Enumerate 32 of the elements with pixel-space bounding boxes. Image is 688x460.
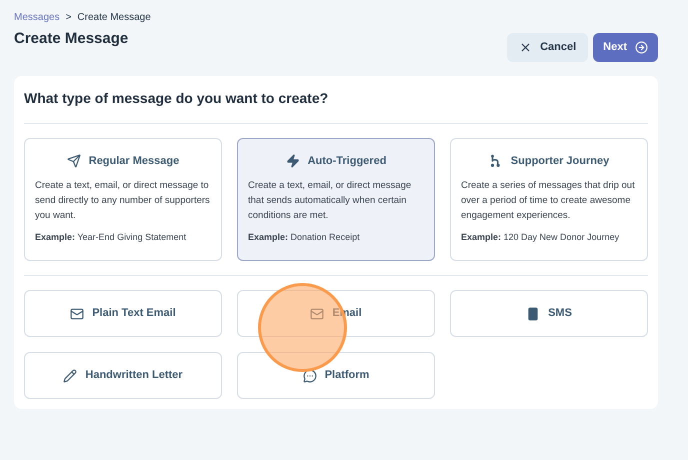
arrow-right-icon	[635, 41, 648, 54]
breadcrumb-separator: >	[66, 11, 72, 25]
card-title: Supporter Journey	[510, 154, 610, 169]
card-description: Create a series of messages that drip out over a period of time to create awesome engagement experiences.	[461, 178, 636, 222]
card-example: Example: 120 Day New Donor Journey	[461, 230, 620, 244]
message-type-card[interactable]: Regular Message Create a text, email, or direct message to send directly to any number of supporters you want. Example: Year-End Giving Statement	[24, 138, 222, 261]
question-heading: What type of message do you want to create?	[24, 89, 330, 108]
channel-button[interactable]: SMS	[450, 290, 648, 337]
card-title: Regular Message	[88, 154, 180, 169]
page-title: Create Message	[14, 29, 128, 50]
breadcrumb-link[interactable]: Messages	[14, 10, 60, 25]
cancel-button[interactable]: Cancel	[507, 33, 588, 62]
card-example: Example: Donation Receipt	[248, 230, 361, 244]
card-description: Create a text, email, or direct message that sends automatically when certain conditions are met.	[248, 178, 412, 222]
chat-icon	[302, 368, 317, 382]
card-title: Auto-Triggered	[308, 154, 386, 169]
channel-button[interactable]: Plain Text Email	[24, 290, 222, 337]
send-icon	[66, 154, 81, 168]
channel-button[interactable]: Platform	[237, 352, 435, 399]
pencil-icon	[63, 368, 78, 382]
card-example: Example: Year-End Giving Statement	[35, 230, 188, 244]
envelope-icon	[70, 306, 84, 320]
close-icon	[519, 41, 532, 54]
channel-button[interactable]: Handwritten Letter	[24, 352, 222, 399]
next-button[interactable]: Next	[593, 33, 658, 62]
phone-icon	[526, 306, 540, 320]
breadcrumb-current: Create Message	[77, 11, 151, 25]
card-description: Create a text, email, or direct message to send directly to any number of supporters you want.	[35, 178, 211, 222]
envelope-icon	[310, 306, 324, 320]
lightning-icon	[286, 154, 300, 168]
message-type-card[interactable]: Supporter Journey Create a series of messages that drip out over a period of time to create awesome engagement experiences. Example: 120 Day New Donor Journey	[450, 138, 648, 261]
message-type-card[interactable]: Auto-Triggered Create a text, email, or direct message that sends automatically when certain conditions are met. Example: Donation Receipt	[237, 138, 435, 261]
